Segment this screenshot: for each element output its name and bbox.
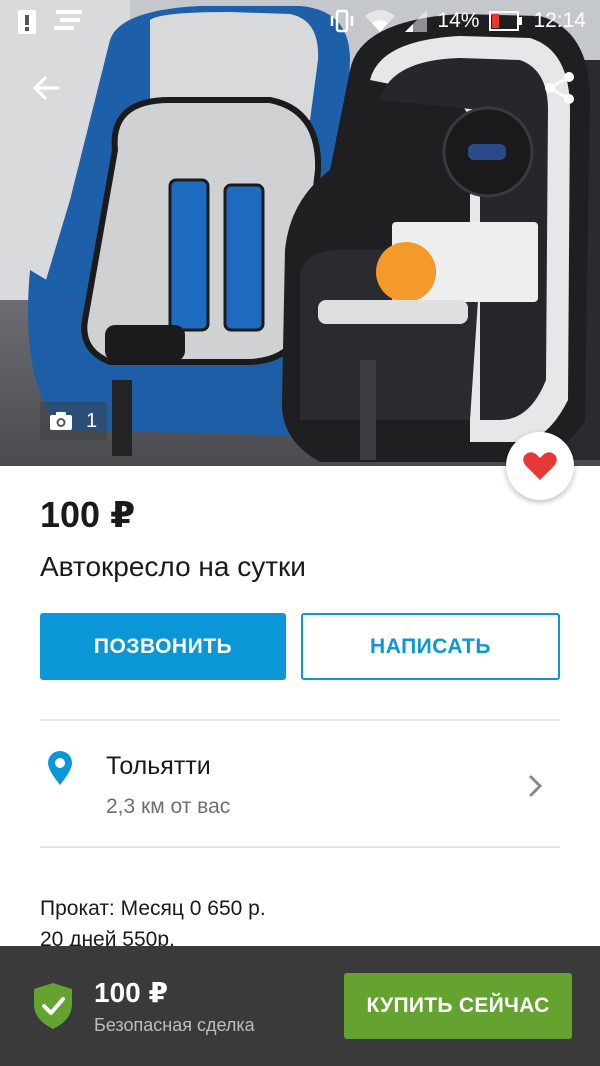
camera-icon (50, 412, 72, 430)
shield-check-icon (34, 983, 72, 1029)
listing-title: Автокресло на сутки (40, 551, 306, 582)
divider (40, 719, 560, 721)
photo-count-value: 1 (86, 409, 98, 432)
favorite-button[interactable] (506, 432, 574, 500)
share-button[interactable] (538, 66, 582, 110)
buy-now-button[interactable]: КУПИТЬ СЕЙЧАС (344, 973, 572, 1039)
status-bar: 14% 12:14 (0, 0, 600, 44)
listing-photo[interactable]: 14% 12:14 1 (0, 0, 600, 466)
notification-icon (54, 10, 82, 32)
call-button[interactable]: ПОЗВОНИТЬ (40, 613, 286, 680)
arrow-back-icon (33, 76, 60, 100)
battery-icon (489, 11, 523, 31)
safe-deal-label: Безопасная сделка (94, 1015, 255, 1035)
location-row[interactable]: Тольятти 2,3 км от вас (0, 722, 600, 846)
clock: 12:14 (533, 9, 586, 32)
safe-deal-price: 100 ₽ (94, 977, 168, 1008)
photo-counter: 1 (40, 402, 108, 440)
alert-icon (18, 8, 36, 34)
share-icon (545, 72, 574, 104)
location-pin-icon (48, 751, 72, 785)
battery-percent: 14% (437, 9, 480, 32)
divider (40, 846, 560, 848)
description-line: Прокат: Месяц 0 650 р. (40, 897, 266, 920)
signal-icon (405, 10, 428, 32)
safe-deal-bar: 100 ₽ Безопасная сделка КУПИТЬ СЕЙЧАС (0, 946, 600, 1066)
wifi-icon (365, 10, 396, 32)
location-city: Тольятти (106, 752, 211, 780)
back-button[interactable] (24, 66, 68, 110)
write-message-button[interactable]: НАПИСАТЬ (301, 613, 560, 680)
car-seats-photo (0, 0, 600, 466)
heart-icon (523, 452, 557, 480)
listing-price: 100 ₽ (40, 494, 136, 535)
location-distance: 2,3 км от вас (106, 795, 231, 818)
chevron-right-icon (529, 775, 543, 797)
vibrate-icon (329, 9, 355, 33)
